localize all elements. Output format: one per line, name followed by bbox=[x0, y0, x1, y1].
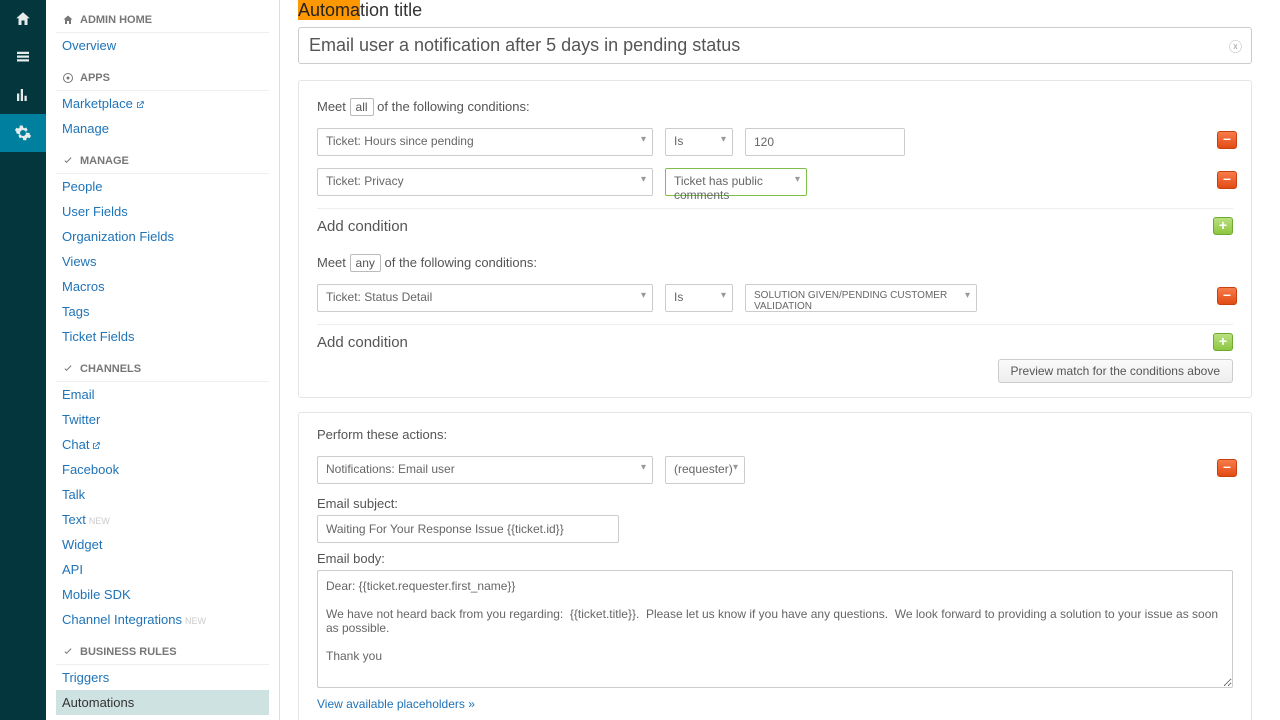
nav-channel-integrations[interactable]: Channel IntegrationsNEW bbox=[56, 607, 269, 632]
nav-views[interactable]: Views bbox=[56, 249, 269, 274]
action-target-select[interactable]: (requester) bbox=[665, 456, 745, 484]
condition-op-select[interactable]: Is bbox=[665, 284, 733, 312]
email-subject-label: Email subject: bbox=[317, 496, 1233, 511]
rules-label: BUSINESS RULES bbox=[80, 646, 177, 658]
condition-value-select[interactable]: Ticket has public comments bbox=[665, 168, 807, 196]
nav-api[interactable]: API bbox=[56, 557, 269, 582]
nav-email[interactable]: Email bbox=[56, 382, 269, 407]
nav-tags[interactable]: Tags bbox=[56, 299, 269, 324]
preview-match-button[interactable]: Preview match for the conditions above bbox=[998, 359, 1233, 383]
rail-tickets-icon[interactable] bbox=[0, 38, 46, 76]
section-manage: MANAGE bbox=[56, 141, 269, 174]
apps-icon bbox=[62, 72, 74, 84]
condition-row: Ticket: Status Detail Is SOLUTION GIVEN/… bbox=[317, 284, 1233, 312]
remove-condition-button[interactable]: – bbox=[1217, 131, 1237, 149]
rules-icon bbox=[62, 646, 74, 658]
condition-row: Ticket: Hours since pending Is – bbox=[317, 128, 1233, 156]
remove-condition-button[interactable]: – bbox=[1217, 287, 1237, 305]
channels-label: CHANNELS bbox=[80, 363, 141, 375]
external-icon bbox=[91, 441, 101, 451]
nav-chat[interactable]: Chat bbox=[56, 432, 269, 457]
email-body-label: Email body: bbox=[317, 551, 1233, 566]
actions-panel: Perform these actions: Notifications: Em… bbox=[298, 412, 1252, 720]
main-content: Automation title ⓧ Meet all of the follo… bbox=[280, 0, 1280, 720]
nav-triggers[interactable]: Triggers bbox=[56, 665, 269, 690]
conditions-panel: Meet all of the following conditions: Ti… bbox=[298, 80, 1252, 398]
condition-field-select[interactable]: Ticket: Status Detail bbox=[317, 284, 653, 312]
add-condition-button[interactable]: + bbox=[1213, 217, 1233, 235]
section-apps: APPS bbox=[56, 58, 269, 91]
section-business-rules: BUSINESS RULES bbox=[56, 632, 269, 665]
apps-label: APPS bbox=[80, 72, 110, 84]
nav-user-fields[interactable]: User Fields bbox=[56, 199, 269, 224]
meet-any-label: Meet any of the following conditions: bbox=[317, 255, 1233, 270]
action-type-select[interactable]: Notifications: Email user bbox=[317, 456, 653, 484]
nav-marketplace[interactable]: Marketplace bbox=[56, 91, 269, 116]
nav-people[interactable]: People bbox=[56, 174, 269, 199]
new-badge: NEW bbox=[185, 616, 206, 626]
manage-icon bbox=[62, 155, 74, 167]
remove-condition-button[interactable]: – bbox=[1217, 171, 1237, 189]
condition-field-select[interactable]: Ticket: Privacy bbox=[317, 168, 653, 196]
action-row: Notifications: Email user (requester) – bbox=[317, 456, 1233, 484]
new-badge: NEW bbox=[89, 516, 110, 526]
nav-ticket-fields[interactable]: Ticket Fields bbox=[56, 324, 269, 349]
nav-text[interactable]: TextNEW bbox=[56, 507, 269, 532]
condition-value-select[interactable]: SOLUTION GIVEN/PENDING CUSTOMER VALIDATI… bbox=[745, 284, 977, 312]
section-channels: CHANNELS bbox=[56, 349, 269, 382]
nav-macros[interactable]: Macros bbox=[56, 274, 269, 299]
actions-header: Perform these actions: bbox=[317, 427, 1233, 442]
admin-home-label: ADMIN HOME bbox=[80, 14, 152, 26]
clear-title-icon[interactable]: ⓧ bbox=[1229, 36, 1242, 55]
add-condition-label: Add condition bbox=[317, 334, 408, 351]
condition-op-select[interactable]: Is bbox=[665, 128, 733, 156]
nav-facebook[interactable]: Facebook bbox=[56, 457, 269, 482]
icon-rail bbox=[0, 0, 46, 720]
remove-action-button[interactable]: – bbox=[1217, 459, 1237, 477]
view-placeholders-link[interactable]: View available placeholders » bbox=[317, 697, 475, 711]
admin-sidebar: ADMIN HOME Overview APPS Marketplace Man… bbox=[46, 0, 280, 720]
nav-org-fields[interactable]: Organization Fields bbox=[56, 224, 269, 249]
condition-row: Ticket: Privacy Ticket has public commen… bbox=[317, 168, 1233, 196]
nav-twitter[interactable]: Twitter bbox=[56, 407, 269, 432]
condition-field-select[interactable]: Ticket: Hours since pending bbox=[317, 128, 653, 156]
section-admin-home: ADMIN HOME bbox=[56, 0, 269, 33]
nav-automations[interactable]: Automations bbox=[56, 690, 269, 715]
rail-admin-icon[interactable] bbox=[0, 114, 46, 152]
add-condition-button[interactable]: + bbox=[1213, 333, 1233, 351]
nav-widget[interactable]: Widget bbox=[56, 532, 269, 557]
rail-home-icon[interactable] bbox=[0, 0, 46, 38]
nav-overview[interactable]: Overview bbox=[56, 33, 269, 58]
add-condition-label: Add condition bbox=[317, 218, 408, 235]
email-subject-input[interactable] bbox=[317, 515, 619, 543]
nav-talk[interactable]: Talk bbox=[56, 482, 269, 507]
manage-label: MANAGE bbox=[80, 155, 129, 167]
channels-icon bbox=[62, 363, 74, 375]
nav-mobile-sdk[interactable]: Mobile SDK bbox=[56, 582, 269, 607]
automation-title-input[interactable] bbox=[298, 27, 1252, 64]
external-icon bbox=[135, 100, 145, 110]
page-title: Automation title bbox=[298, 0, 1252, 21]
meet-all-label: Meet all of the following conditions: bbox=[317, 99, 1233, 114]
email-body-textarea[interactable] bbox=[317, 570, 1233, 688]
rail-reports-icon[interactable] bbox=[0, 76, 46, 114]
nav-manage-apps[interactable]: Manage bbox=[56, 116, 269, 141]
home-icon bbox=[62, 14, 74, 26]
condition-value-input[interactable] bbox=[745, 128, 905, 156]
